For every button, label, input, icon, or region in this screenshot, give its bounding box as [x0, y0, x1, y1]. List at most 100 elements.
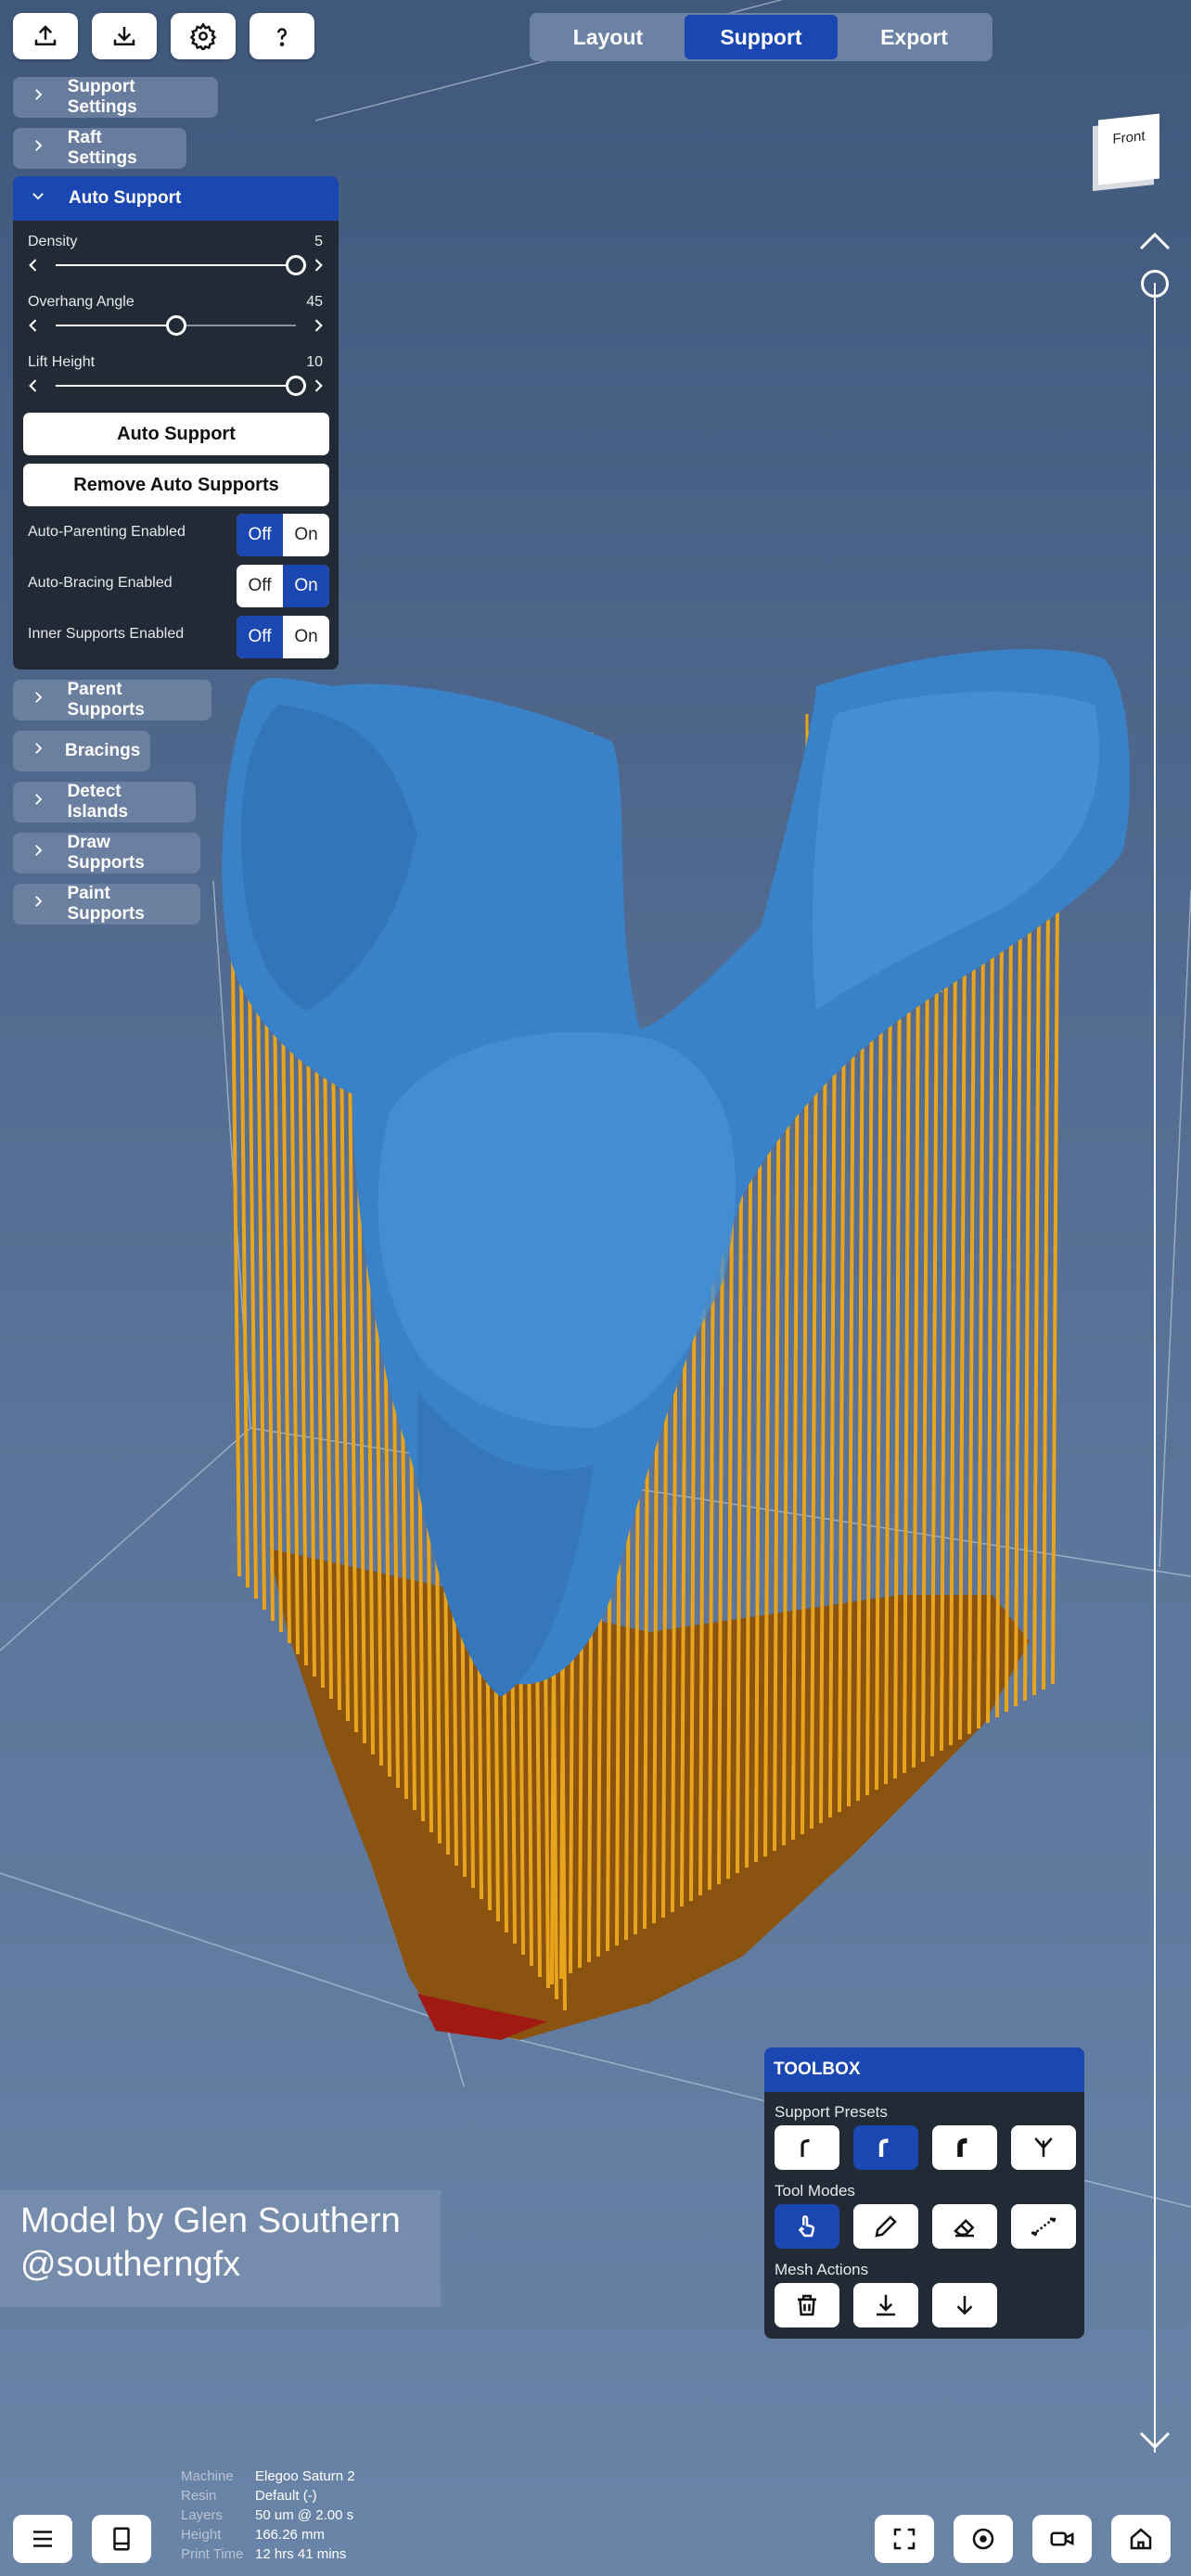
auto-support-header[interactable]: Auto Support: [13, 176, 339, 221]
section-raft-settings[interactable]: Raft Settings: [13, 128, 186, 169]
auto-support-panel: Auto Support Density 5 Overhang Angle 45…: [13, 176, 339, 670]
info-key: Height: [181, 2527, 222, 2543]
section-detect-islands[interactable]: Detect Islands: [13, 782, 196, 823]
chevron-right-icon: [30, 893, 48, 915]
section-label: Draw Supports: [67, 833, 145, 873]
section-bracings[interactable]: Bracings: [13, 731, 150, 772]
move-down-button[interactable]: [932, 2283, 997, 2327]
auto-parenting-toggle[interactable]: Off On: [237, 514, 329, 556]
tab-layout[interactable]: Layout: [531, 15, 685, 59]
home-icon: [1130, 2528, 1152, 2550]
increment-icon[interactable]: [309, 376, 327, 395]
camera-button[interactable]: [1032, 2515, 1092, 2563]
toggle-on[interactable]: On: [283, 514, 329, 556]
chevron-down-icon[interactable]: [1137, 2429, 1172, 2452]
slider-track[interactable]: [56, 376, 306, 396]
preset-light-button[interactable]: [775, 2125, 839, 2170]
decrement-icon[interactable]: [24, 376, 43, 395]
eraser-mode-button[interactable]: [932, 2204, 997, 2249]
increment-icon[interactable]: [309, 316, 327, 335]
orbit-button[interactable]: [954, 2515, 1013, 2563]
toggle-on[interactable]: On: [283, 616, 329, 658]
section-parent-supports[interactable]: Parent Supports: [13, 680, 211, 721]
auto-bracing-toggle[interactable]: Off On: [237, 565, 329, 607]
auto-support-title: Auto Support: [69, 188, 182, 208]
chevron-down-icon: [30, 187, 50, 210]
preset-medium-button[interactable]: [853, 2125, 918, 2170]
printer-button[interactable]: [92, 2515, 151, 2563]
slider-track[interactable]: [56, 255, 306, 275]
section-label: Detect Islands: [67, 782, 129, 822]
mode-tabs: Layout Support Export: [530, 13, 992, 61]
inner-supports-toggle[interactable]: Off On: [237, 616, 329, 658]
info-key: Machine: [181, 2468, 234, 2484]
credit-line-1: Model by Glen Southern: [20, 2201, 401, 2240]
preset-heavy-button[interactable]: [932, 2125, 997, 2170]
view-cube-face-label: Front: [1112, 128, 1146, 147]
inner-supports-toggle-row: Inner Supports Enabled Off On: [13, 612, 339, 658]
chevron-up-icon[interactable]: [1137, 230, 1172, 252]
slider-thumb[interactable]: [286, 376, 306, 396]
increment-icon[interactable]: [309, 256, 327, 274]
toggle-label: Auto-Bracing Enabled: [28, 575, 173, 591]
line-mode-button[interactable]: [1011, 2204, 1076, 2249]
menu-button[interactable]: [13, 2515, 72, 2563]
section-label: Parent Supports: [67, 680, 145, 720]
section-paint-supports[interactable]: Paint Supports: [13, 884, 200, 925]
credit-line-2: @southerngfx: [20, 2245, 241, 2284]
settings-icon: [189, 22, 217, 50]
slider-thumb[interactable]: [165, 315, 186, 336]
preset-branch-button[interactable]: [1011, 2125, 1076, 2170]
trash-icon: [798, 2294, 816, 2316]
slider-label: Lift Height: [28, 354, 96, 370]
preset-heavy-icon: [957, 2137, 967, 2157]
info-key: Resin: [181, 2488, 217, 2504]
mesh-actions-label: Mesh Actions: [775, 2261, 869, 2278]
slider-track[interactable]: [56, 315, 296, 336]
fullscreen-button[interactable]: [875, 2515, 934, 2563]
upload-button[interactable]: [13, 13, 78, 59]
info-value: Default (-): [255, 2488, 317, 2504]
settings-button[interactable]: [171, 13, 236, 59]
line-icon: [1031, 2216, 1057, 2237]
upload-icon: [34, 25, 57, 45]
help-button[interactable]: [250, 13, 314, 59]
delete-mesh-button[interactable]: [775, 2283, 839, 2327]
layer-slider-thumb[interactable]: [1141, 270, 1169, 298]
decrement-icon[interactable]: [24, 256, 43, 274]
remove-auto-supports-button[interactable]: Remove Auto Supports: [23, 464, 329, 506]
auto-support-button[interactable]: Auto Support: [23, 413, 329, 455]
tab-support[interactable]: Support: [685, 15, 838, 59]
toggle-off[interactable]: Off: [237, 616, 283, 658]
info-value: 12 hrs 41 mins: [255, 2546, 347, 2562]
toggle-off[interactable]: Off: [237, 514, 283, 556]
tab-export[interactable]: Export: [838, 15, 991, 59]
slider-thumb[interactable]: [286, 255, 306, 275]
view-cube[interactable]: Front: [1098, 113, 1159, 185]
help-icon: [276, 28, 287, 47]
hamburger-menu-icon: [33, 2531, 52, 2547]
info-key: Print Time: [181, 2546, 244, 2562]
info-key: Layers: [181, 2507, 224, 2523]
fullscreen-icon: [893, 2528, 916, 2550]
drop-to-plate-button[interactable]: [853, 2283, 918, 2327]
slider-label: Overhang Angle: [28, 294, 134, 310]
touch-mode-button[interactable]: [775, 2204, 839, 2249]
section-draw-supports[interactable]: Draw Supports: [13, 833, 200, 874]
density-slider: Density 5: [13, 234, 339, 289]
toggle-on[interactable]: On: [283, 565, 329, 607]
toolbox-title: TOOLBOX: [764, 2047, 1084, 2092]
download-button[interactable]: [92, 13, 157, 59]
overhang-angle-slider: Overhang Angle 45: [13, 294, 339, 350]
toggle-off[interactable]: Off: [237, 565, 283, 607]
section-label: Paint Supports: [67, 884, 145, 924]
decrement-icon[interactable]: [24, 316, 43, 335]
preset-branch-icon: [1034, 2137, 1053, 2157]
pencil-mode-button[interactable]: [853, 2204, 918, 2249]
eraser-icon: [954, 2218, 975, 2238]
layer-slider-track[interactable]: [1154, 283, 1156, 2453]
touch-icon: [798, 2215, 815, 2238]
section-support-settings[interactable]: Support Settings: [13, 77, 218, 118]
home-view-button[interactable]: [1111, 2515, 1171, 2563]
lift-height-slider: Lift Height 10: [13, 354, 339, 410]
